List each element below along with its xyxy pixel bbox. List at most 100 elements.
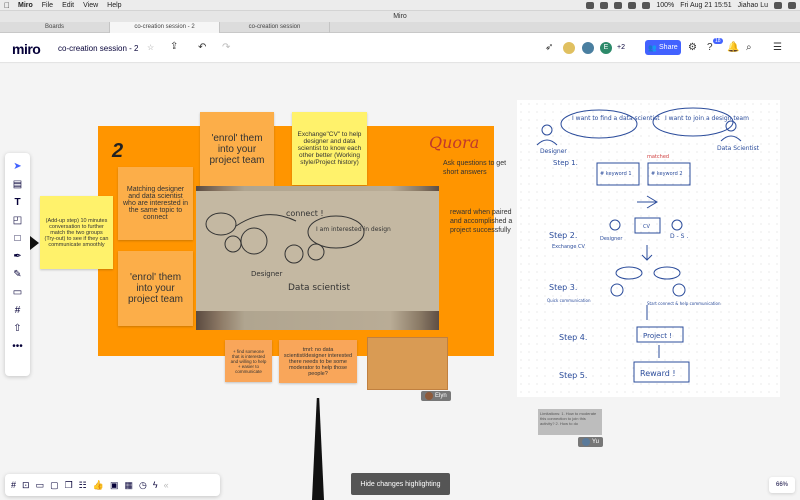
sketch-project: Project ! [643, 332, 672, 340]
sticky-matching[interactable]: Matching designer and data scientist who… [118, 167, 193, 240]
notification-badge: 18 [713, 38, 723, 44]
cursor-icon[interactable]: ➤ [13, 161, 21, 172]
pencil-icon[interactable]: ✎ [13, 269, 21, 280]
help-icon[interactable]: ? [707, 42, 713, 53]
miro-logo[interactable]: miro [12, 41, 41, 57]
upload-icon[interactable]: ⇧ [13, 323, 21, 334]
cursor-follow-icon[interactable]: ➶ [545, 42, 553, 53]
settings-icon[interactable]: ⚙ [688, 42, 697, 53]
status-icon[interactable] [586, 1, 595, 9]
grey-limitations-note[interactable]: Limitations: 1. How to moderate this con… [538, 409, 602, 435]
vote-icon[interactable]: ☷ [79, 480, 87, 491]
avatar[interactable] [562, 41, 576, 55]
webcam-photo[interactable]: connect ! I am interested in design Desi… [196, 186, 439, 330]
activity-icon[interactable]: ϟ [153, 480, 158, 490]
menu-edit[interactable]: Edit [62, 2, 74, 9]
more-collaborators[interactable]: +2 [617, 44, 625, 51]
hide-changes-button[interactable]: Hide changes highlighting [351, 473, 450, 495]
sticky-enrol-2[interactable]: 'enrol' them into your project team [118, 251, 193, 326]
undo-icon[interactable]: ↶ [198, 42, 206, 53]
frames-icon[interactable]: # [11, 480, 16, 490]
sticky-addup[interactable]: (Add-up step) 10 minutes conversation to… [40, 196, 113, 269]
pen-icon[interactable]: ✒ [13, 251, 21, 262]
sketch-ds-2: D - S . [670, 233, 688, 240]
user-name[interactable]: Jiahao Lu [738, 2, 768, 9]
comment-icon[interactable]: ▭ [13, 287, 22, 298]
shape-icon[interactable]: □ [14, 233, 20, 244]
bell-icon[interactable]: 🔔 [727, 42, 739, 53]
wifi-icon[interactable] [642, 1, 651, 9]
present-icon[interactable]: ⊡ [22, 480, 30, 491]
avatar[interactable] [581, 41, 595, 55]
sticky-note-icon[interactable]: ◰ [13, 215, 22, 226]
user-avatar-dot [425, 392, 433, 400]
search-icon[interactable] [774, 1, 782, 9]
calendar-icon[interactable]: ▦ [124, 480, 133, 491]
export-icon[interactable]: ⇪ [170, 41, 178, 52]
tab-co-creation-2[interactable]: co-creation session - 2 [110, 22, 220, 33]
sketch-quick-comm: Quick communication [547, 298, 591, 303]
window-title: Miro [0, 11, 800, 22]
menu-app-name[interactable]: Miro [18, 2, 33, 9]
sketch-exchange-cv: Exchange CV [552, 244, 586, 250]
note-user-name: Yu [592, 439, 600, 445]
collapse-icon[interactable]: « [164, 480, 169, 490]
tab-co-creation[interactable]: co-creation session [220, 22, 330, 33]
bottom-toolbar: # ⊡ ▭ ▢ ❐ ☷ 👍 ▣ ▦ ◷ ϟ « [5, 474, 220, 496]
reward-text[interactable]: reward when paired and accomplished a pr… [450, 208, 515, 235]
sketch-bubble-1: I want to find a data scientist [572, 115, 660, 122]
sketch-step-3: Step 3. [549, 283, 577, 292]
whiteboard-sketch[interactable]: I want to find a data scientist I want t… [517, 100, 780, 397]
timer-icon[interactable]: ◷ [139, 480, 147, 491]
avatar[interactable]: E [599, 41, 613, 55]
star-icon[interactable]: ☆ [147, 43, 154, 52]
redo-icon[interactable]: ↷ [222, 42, 230, 53]
menu-file[interactable]: File [42, 2, 53, 9]
sticky-exchange-cv[interactable]: Exchange"CV" to help designer and data s… [292, 112, 367, 185]
sketch-designer: Designer [540, 148, 567, 155]
frame-icon[interactable]: # [15, 305, 21, 316]
sketch-bubble-2: I want to join a design team [665, 115, 749, 122]
menu-view[interactable]: View [83, 2, 98, 9]
sketch-step-1: Step 1. [553, 159, 578, 167]
apple-icon[interactable]:  [4, 1, 10, 10]
board-name[interactable]: co-creation session - 2 [58, 44, 138, 53]
tab-strip: Boards co-creation session - 2 co-creati… [0, 22, 800, 33]
menu-help[interactable]: Help [107, 2, 121, 9]
ink-interested: I am interested in design [316, 226, 391, 233]
comments-icon[interactable]: ▭ [36, 480, 45, 491]
template-icon[interactable]: ▤ [13, 179, 22, 190]
clock[interactable]: Fri Aug 21 15:51 [680, 2, 731, 9]
ink-connect: connect ! [286, 209, 324, 218]
sticky-enrol-1[interactable]: 'enrol' them into your project team [200, 112, 274, 186]
zoom-level[interactable]: 66% [769, 477, 795, 493]
status-icon[interactable] [628, 1, 637, 9]
miro-topbar: miro co-creation session - 2 ☆ ⇪ ↶ ↷ ➶ E… [0, 33, 800, 63]
thumbs-up-icon[interactable]: 👍 [93, 480, 104, 491]
video-icon[interactable]: ▣ [110, 480, 119, 491]
sketch-reward: Reward ! [640, 369, 676, 378]
status-icon[interactable] [614, 1, 623, 9]
ask-text[interactable]: Ask questions to get short answers [443, 159, 513, 177]
text-icon[interactable]: T [14, 197, 20, 208]
share-button[interactable]: 👥 Share [645, 40, 681, 55]
screen-share-icon[interactable]: ▢ [50, 480, 59, 491]
cards-icon[interactable]: ❐ [65, 480, 73, 491]
toolbar-pointer-marker [30, 236, 39, 250]
note-name-tag: Yu [578, 437, 604, 447]
menu-icon[interactable]: ☰ [773, 42, 782, 53]
paper-drawing: connect ! I am interested in design Desi… [205, 209, 391, 293]
sketch-cv: CV [643, 224, 650, 230]
sketch-data-scientist: Data Scientist [717, 145, 760, 152]
sticky-no-data[interactable]: tmrl: no data scientist/designer interes… [279, 340, 357, 383]
more-icon[interactable]: ••• [12, 341, 23, 352]
tab-boards[interactable]: Boards [0, 22, 110, 33]
status-icon[interactable] [600, 1, 609, 9]
battery-percent[interactable]: 100% [656, 2, 674, 9]
video-user-name: Elyn [435, 393, 447, 399]
video-tile[interactable] [367, 337, 448, 390]
sticky-find-someone[interactable]: + find someone that is interested and wi… [225, 340, 272, 382]
sketch-drawing: I want to find a data scientist I want t… [536, 107, 760, 383]
control-center-icon[interactable] [788, 1, 796, 9]
search-icon[interactable]: ⌕ [746, 42, 752, 53]
